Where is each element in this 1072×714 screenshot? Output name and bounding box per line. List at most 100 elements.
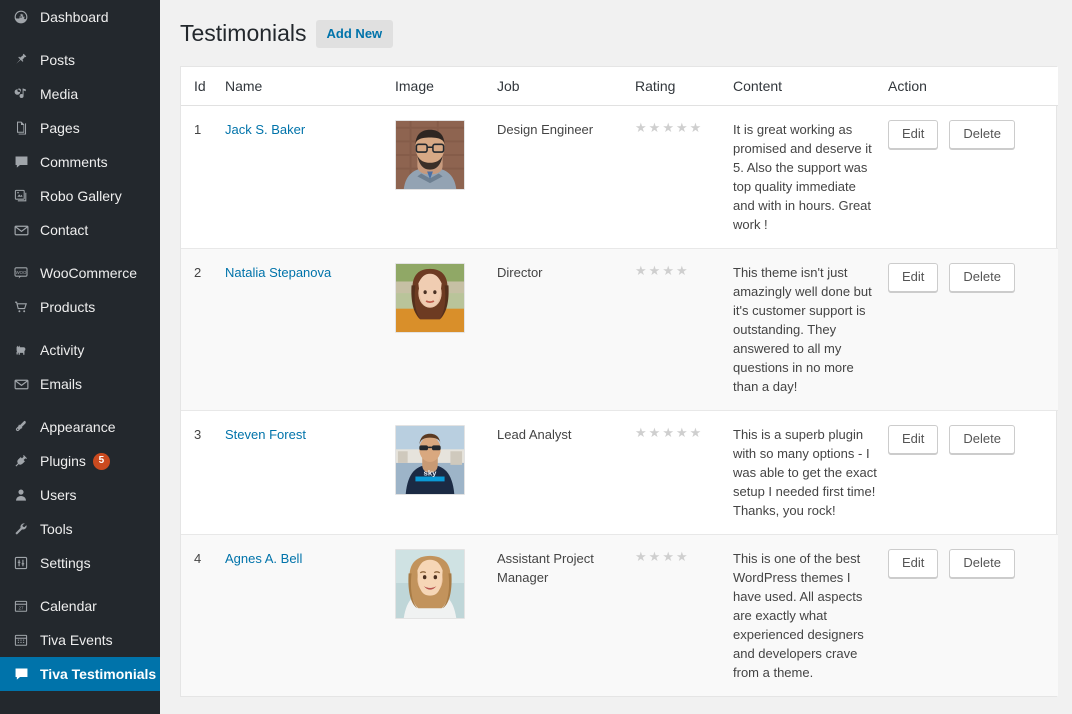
sidebar-item-tiva-testimonials[interactable]: Tiva Testimonials xyxy=(0,657,160,691)
sidebar-item-label: Media xyxy=(40,86,79,102)
envelope-icon xyxy=(11,220,31,240)
cell-content: This theme isn't just amazingly well don… xyxy=(733,248,888,411)
wrench-icon xyxy=(11,519,31,539)
sidebar-item-activity[interactable]: Activity xyxy=(0,333,160,367)
cell-id: 3 xyxy=(181,410,225,535)
edit-button[interactable]: Edit xyxy=(888,120,939,149)
gallery-icon xyxy=(11,186,31,206)
table-header: Id Name Image Job Rating Content Action xyxy=(181,67,1058,106)
star-icon: ★ xyxy=(662,549,674,564)
dashboard-icon xyxy=(11,7,31,27)
sidebar-item-label: Tiva Testimonials xyxy=(40,666,157,682)
sidebar-item-settings[interactable]: Settings xyxy=(0,546,160,580)
sidebar-item-label: Pages xyxy=(40,120,80,136)
cell-action: Edit Delete xyxy=(888,534,1058,696)
sidebar-item-label: Comments xyxy=(40,154,108,170)
sidebar-item-label: Posts xyxy=(40,52,76,68)
cell-content: This is a superb plugin with so many opt… xyxy=(733,410,888,535)
sidebar-item-pages[interactable]: Pages xyxy=(0,111,160,145)
sidebar-separator xyxy=(0,247,160,256)
testimonial-name-link[interactable]: Agnes A. Bell xyxy=(225,551,302,566)
add-new-button[interactable]: Add New xyxy=(315,19,394,48)
sliders-icon xyxy=(11,553,31,573)
table-header-row: Id Name Image Job Rating Content Action xyxy=(181,67,1058,106)
sidebar-item-label: Dashboard xyxy=(40,9,109,25)
brush-icon xyxy=(11,417,31,437)
cell-job: Lead Analyst xyxy=(497,410,635,535)
star-icon: ★ xyxy=(675,263,688,278)
sidebar-item-comments[interactable]: Comments xyxy=(0,145,160,179)
activity-icon xyxy=(11,340,31,360)
column-header-rating: Rating xyxy=(635,67,733,106)
calendar-icon: 27 xyxy=(11,596,31,616)
delete-button[interactable]: Delete xyxy=(949,549,1015,578)
table-row: 4 Agnes A. Bell Assistant Project Manager… xyxy=(181,534,1058,696)
media-icon xyxy=(11,84,31,104)
user-icon xyxy=(11,485,31,505)
sidebar-item-label: Users xyxy=(40,487,77,503)
sidebar-item-users[interactable]: Users xyxy=(0,478,160,512)
plugins-update-badge: 5 xyxy=(92,452,110,470)
sidebar-item-label: WooCommerce xyxy=(40,265,137,281)
star-icon: ★ xyxy=(648,549,661,564)
testimonial-name-link[interactable]: Steven Forest xyxy=(225,427,306,442)
sidebar-item-appearance[interactable]: Appearance xyxy=(0,410,160,444)
column-header-name: Name xyxy=(225,67,395,106)
sidebar-item-woocommerce[interactable]: WOO WooCommerce xyxy=(0,256,160,290)
cell-rating: ★ ★ ★ ★ xyxy=(635,248,733,411)
cell-image: sky xyxy=(395,410,497,535)
edit-button[interactable]: Edit xyxy=(888,549,939,578)
sidebar-item-tools[interactable]: Tools xyxy=(0,512,160,546)
sidebar-item-products[interactable]: Products xyxy=(0,290,160,324)
cell-image xyxy=(395,105,497,249)
sidebar-item-label: Contact xyxy=(40,222,89,238)
testimonial-name-link[interactable]: Jack S. Baker xyxy=(225,122,305,137)
sidebar-separator xyxy=(0,401,160,410)
cell-action: Edit Delete xyxy=(888,248,1058,411)
job-title-text: Assistant Project Manager xyxy=(497,551,594,585)
sidebar-item-label: Settings xyxy=(40,555,91,571)
sidebar-item-emails[interactable]: Emails xyxy=(0,367,160,401)
column-header-image: Image xyxy=(395,67,497,106)
delete-button[interactable]: Delete xyxy=(949,263,1015,292)
sidebar-item-plugins[interactable]: Plugins 5 xyxy=(0,444,160,478)
svg-text:sky: sky xyxy=(424,469,438,478)
svg-text:WOO: WOO xyxy=(16,270,27,275)
comment-icon xyxy=(11,152,31,172)
delete-button[interactable]: Delete xyxy=(949,120,1015,149)
edit-button[interactable]: Edit xyxy=(888,263,939,292)
cell-job: Design Engineer xyxy=(497,105,635,249)
sidebar-item-label: Tiva Events xyxy=(40,632,113,648)
cart-icon xyxy=(11,297,31,317)
sidebar-separator xyxy=(0,580,160,589)
testimonials-table-container: Id Name Image Job Rating Content Action 1 Jack … xyxy=(180,66,1058,697)
plug-icon xyxy=(11,451,31,471)
cell-rating: ★ ★ ★ ★ ★ xyxy=(635,410,733,535)
testimonial-content-text: This theme isn't just amazingly well don… xyxy=(733,265,872,394)
sidebar-item-label: Appearance xyxy=(40,419,116,435)
sidebar-item-media[interactable]: Media xyxy=(0,77,160,111)
star-icon: ★ xyxy=(689,120,702,135)
sidebar-item-dashboard[interactable]: Dashboard xyxy=(0,0,160,34)
star-icon: ★ xyxy=(635,120,647,135)
cell-name: Jack S. Baker xyxy=(225,105,395,249)
edit-button[interactable]: Edit xyxy=(888,425,939,454)
testimonial-name-link[interactable]: Natalia Stepanova xyxy=(225,265,331,280)
sidebar-item-tiva-events[interactable]: Tiva Events xyxy=(0,623,160,657)
star-icon: ★ xyxy=(689,425,702,440)
pages-icon xyxy=(11,118,31,138)
cell-action: Edit Delete xyxy=(888,105,1058,249)
sidebar-item-calendar[interactable]: 27 Calendar xyxy=(0,589,160,623)
job-title-text: Director xyxy=(497,265,543,280)
calendar-alt-icon xyxy=(11,630,31,650)
column-header-action: Action xyxy=(888,67,1058,106)
sidebar-item-label: Products xyxy=(40,299,96,315)
sidebar-item-posts[interactable]: Posts xyxy=(0,43,160,77)
delete-button[interactable]: Delete xyxy=(949,425,1015,454)
testimonial-content-text: It is great working as promised and dese… xyxy=(733,122,872,232)
avatar xyxy=(395,120,465,190)
sidebar-item-robo-gallery[interactable]: Robo Gallery xyxy=(0,179,160,213)
sidebar-item-contact[interactable]: Contact xyxy=(0,213,160,247)
sidebar-item-label: Emails xyxy=(40,376,83,392)
star-icon: ★ xyxy=(635,263,647,278)
